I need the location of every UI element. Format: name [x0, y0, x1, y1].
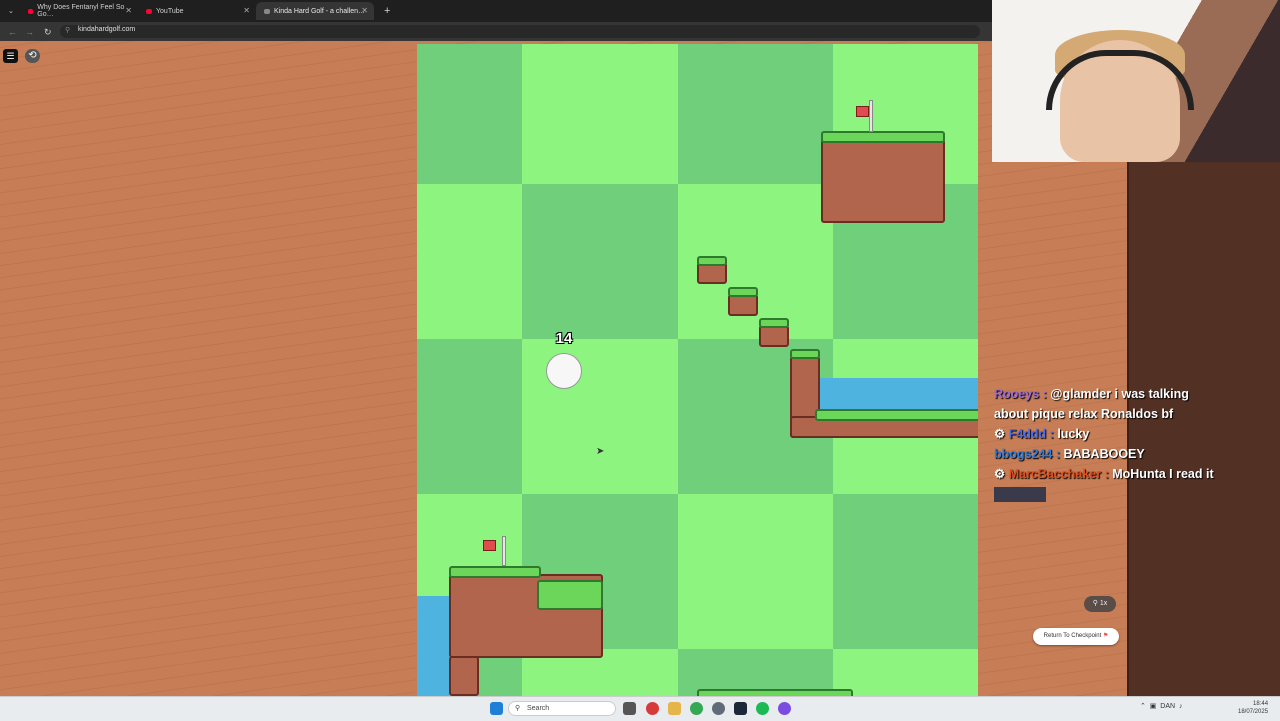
step-block: [728, 294, 758, 316]
course-tile: [833, 649, 978, 696]
grass-top: [821, 131, 945, 143]
site-info-icon[interactable]: ⚲: [65, 26, 70, 34]
url-text: kindahardgolf.com: [78, 26, 136, 33]
tab-title: Why Does Fentanyl Feel So Go…: [37, 4, 125, 18]
course-tile: [522, 339, 678, 494]
grass-top: [728, 287, 758, 297]
task-view-icon[interactable]: [623, 702, 636, 715]
search-placeholder: Search: [527, 705, 550, 712]
goal-flag-icon: [856, 106, 869, 117]
youtube-icon: [146, 8, 152, 14]
tab-3-active[interactable]: Kinda Hard Golf - a challen… ✕: [256, 2, 374, 20]
chat-message: ⚙ MarcBacchaker : MoHunta I read it: [994, 464, 1214, 504]
clock[interactable]: 18:44 18/07/2025: [1238, 700, 1268, 716]
windows-start-icon[interactable]: [490, 702, 503, 715]
cursor-icon: ➤: [596, 446, 605, 457]
tab-title: Kinda Hard Golf - a challen…: [274, 7, 366, 15]
golf-ball[interactable]: [546, 353, 582, 389]
checkpoint-label: Return To Checkpoint: [1043, 633, 1102, 639]
steam-icon[interactable]: [734, 702, 747, 715]
new-tab-button[interactable]: +: [376, 2, 396, 20]
url-field[interactable]: ⚲ kindahardgolf.com: [60, 25, 980, 38]
water-hazard: [820, 378, 978, 412]
tab-list-button[interactable]: ⌄: [0, 2, 20, 20]
return-to-checkpoint-button[interactable]: Return To Checkpoint ⚑: [1033, 628, 1119, 645]
chat-username: F4ddd: [1008, 427, 1047, 441]
clock-time: 18:44: [1253, 701, 1269, 707]
taskbar-search[interactable]: ⚲ Search: [508, 701, 616, 716]
stroke-counter: 14: [555, 330, 573, 347]
close-icon[interactable]: ✕: [361, 6, 368, 15]
windows-taskbar: ⚲ Search ⌃ ▣ DAN ♪ 18:44 18/07/2025: [0, 696, 1280, 721]
forward-icon[interactable]: →: [25, 27, 34, 37]
app-icon[interactable]: [778, 702, 791, 715]
flag-icon: ⚑: [1102, 633, 1109, 639]
step-block: [759, 325, 789, 347]
file-explorer-icon[interactable]: [668, 702, 681, 715]
reset-icon[interactable]: ⟲: [25, 49, 40, 63]
course-tile: [678, 44, 833, 184]
pillar-block: [449, 656, 479, 696]
spotify-icon[interactable]: [756, 702, 769, 715]
grass-top: [697, 689, 853, 696]
menu-icon[interactable]: ☰: [3, 49, 18, 63]
chrome-icon[interactable]: [690, 702, 703, 715]
golf-course[interactable]: 14 ➤: [417, 44, 978, 696]
network-icon: ▣: [1149, 703, 1157, 710]
bush: [537, 580, 603, 610]
course-tile: [417, 184, 522, 339]
language-indicator: DAN: [1160, 703, 1176, 710]
tab-title: YouTube: [156, 7, 184, 15]
back-icon[interactable]: ←: [8, 27, 17, 37]
chat-message: Rooeys : @glamder i was talking about pi…: [994, 387, 1189, 421]
close-icon[interactable]: ✕: [125, 6, 132, 15]
chat-message: bbogs244 : BABABOOEY: [994, 447, 1145, 461]
course-tile: [417, 44, 522, 184]
chat-username: Rooeys: [994, 387, 1040, 401]
course-tile: [678, 494, 833, 649]
checkpoint-flag-icon: [483, 540, 496, 551]
system-tray[interactable]: ⌃ ▣ DAN ♪: [1140, 702, 1182, 710]
badge-icon: ⚙: [994, 467, 1006, 481]
chat-username: MarcBacchaker: [1008, 467, 1102, 481]
grass-top: [759, 318, 789, 328]
flagpole: [869, 100, 873, 132]
zoom-level: 1x: [1099, 600, 1108, 607]
clock-date: 18/07/2025: [1238, 709, 1269, 715]
flagpole: [502, 536, 506, 566]
chat-text: BABABOOEY: [1063, 447, 1145, 461]
volume-icon: ♪: [1178, 703, 1183, 710]
zoom-button[interactable]: ⚲ 1x: [1084, 596, 1116, 612]
app-icon[interactable]: [712, 702, 725, 715]
chat-message: ⚙ F4ddd : lucky: [994, 427, 1090, 441]
badge-icon: ⚙: [994, 427, 1006, 441]
course-tile: [833, 494, 978, 649]
grass-top: [697, 256, 727, 266]
water-hazard: [417, 596, 449, 696]
chat-text: MoHunta I read it: [1112, 467, 1214, 481]
chevron-up-icon: ⌃: [1140, 703, 1146, 710]
goal-platform: [821, 139, 945, 223]
search-icon: ⚲: [515, 705, 521, 712]
stream-chat: Rooeys : @glamder i was talking about pi…: [994, 384, 1214, 504]
course-tile: [522, 44, 678, 184]
course-tile: [417, 339, 522, 494]
site-icon: [264, 8, 270, 14]
grass-top: [790, 349, 820, 359]
grass-top: [815, 409, 978, 421]
chevron-down-icon: ⌄: [8, 8, 14, 15]
close-icon[interactable]: ✕: [243, 6, 250, 15]
tab-1[interactable]: Why Does Fentanyl Feel So Go… ✕: [20, 2, 138, 20]
grass-top: [449, 566, 541, 578]
course-tile: [522, 184, 678, 339]
tab-2[interactable]: YouTube ✕: [138, 2, 256, 20]
youtube-icon: [28, 8, 34, 14]
reload-icon[interactable]: ↻: [44, 27, 52, 38]
chat-username: bbogs244: [994, 447, 1053, 461]
app-icon[interactable]: [646, 702, 659, 715]
zoom-icon: ⚲: [1092, 600, 1098, 607]
chat-text: lucky: [1057, 427, 1090, 441]
emote-image: [994, 487, 1046, 503]
